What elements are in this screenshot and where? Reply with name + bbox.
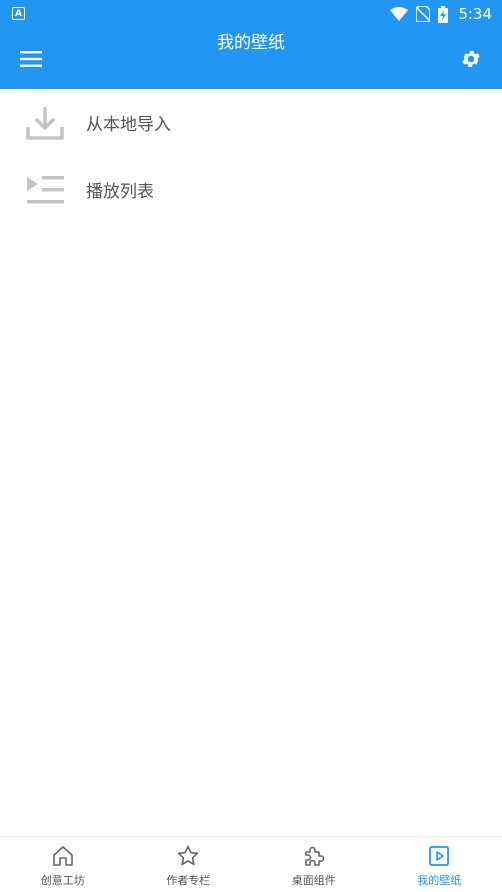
notification-a-icon: A bbox=[12, 7, 25, 20]
list-item-label: 从本地导入 bbox=[86, 115, 171, 135]
playlist-icon bbox=[24, 169, 66, 211]
list-item-playlist[interactable]: 播放列表 bbox=[0, 156, 502, 223]
list-item-label: 播放列表 bbox=[86, 182, 154, 202]
no-sim-icon bbox=[416, 6, 431, 22]
nav-item-widgets[interactable]: 桌面组件 bbox=[251, 837, 377, 892]
nav-label: 作者专栏 bbox=[166, 874, 211, 887]
status-bar: A 5:34 bbox=[0, 0, 502, 28]
nav-item-workshop[interactable]: 创意工坊 bbox=[0, 837, 126, 892]
home-icon bbox=[50, 843, 76, 869]
nav-label: 我的壁纸 bbox=[417, 874, 462, 887]
menu-button[interactable] bbox=[14, 42, 48, 76]
bottom-navigation: 创意工坊 作者专栏 桌面组件 我的壁纸 bbox=[0, 836, 502, 892]
nav-label: 桌面组件 bbox=[291, 874, 336, 887]
settings-button[interactable] bbox=[454, 42, 488, 76]
nav-item-authors[interactable]: 作者专栏 bbox=[126, 837, 252, 892]
puzzle-icon bbox=[301, 843, 327, 869]
nav-item-my-wallpapers[interactable]: 我的壁纸 bbox=[377, 837, 502, 892]
play-square-icon bbox=[426, 843, 452, 869]
wifi-icon bbox=[390, 7, 409, 21]
hamburger-menu-icon bbox=[20, 51, 42, 67]
download-icon bbox=[24, 102, 66, 144]
app-bar: 我的壁纸 bbox=[0, 28, 502, 89]
star-icon bbox=[175, 843, 201, 869]
page-title: 我的壁纸 bbox=[217, 33, 285, 53]
nav-label: 创意工坊 bbox=[40, 874, 85, 887]
gear-icon bbox=[462, 51, 480, 67]
wallpaper-options-list: 从本地导入 播放列表 bbox=[0, 89, 502, 223]
list-item-import-local[interactable]: 从本地导入 bbox=[0, 89, 502, 156]
battery-charging-icon bbox=[438, 5, 449, 23]
status-time: 5:34 bbox=[458, 5, 492, 23]
